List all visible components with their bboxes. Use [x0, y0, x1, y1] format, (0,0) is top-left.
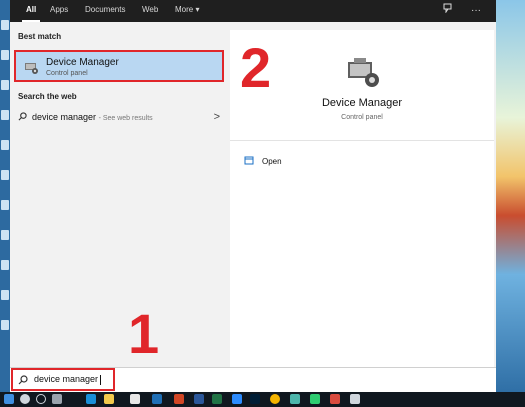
- desktop-icon[interactable]: [1, 320, 9, 330]
- tab-apps[interactable]: Apps: [50, 0, 68, 22]
- edge-icon[interactable]: [86, 394, 96, 404]
- best-match-heading: Best match: [18, 32, 62, 41]
- desktop-icon[interactable]: [1, 200, 9, 210]
- best-match-title: Device Manager: [46, 57, 119, 68]
- search-web-heading: Search the web: [18, 92, 77, 101]
- device-manager-icon: [348, 58, 379, 87]
- preview-subtitle: Control panel: [341, 114, 383, 121]
- tab-more-label: More: [175, 5, 194, 14]
- web-result-suffix: - See web results: [98, 115, 153, 122]
- search-icon[interactable]: [20, 394, 30, 404]
- app-icon[interactable]: [330, 394, 340, 404]
- cortana-icon[interactable]: [36, 394, 46, 404]
- search-menu: All Apps Documents Web More ▾ ··· Best m…: [10, 0, 496, 392]
- taskbar: [0, 392, 525, 407]
- app-icon[interactable]: [290, 394, 300, 404]
- mail-icon[interactable]: [152, 394, 162, 404]
- tab-all[interactable]: All: [21, 0, 41, 22]
- powerpoint-icon[interactable]: [174, 394, 184, 404]
- desktop-icon[interactable]: [1, 80, 9, 90]
- desktop-icon[interactable]: [1, 20, 9, 30]
- app-icon[interactable]: [350, 394, 360, 404]
- best-match-item[interactable]: Device Manager Control panel: [14, 50, 224, 82]
- store-icon[interactable]: [130, 394, 140, 404]
- file-explorer-icon[interactable]: [104, 394, 114, 404]
- open-window-icon: [244, 156, 254, 165]
- step-2-annotation: 2: [240, 36, 272, 99]
- tab-more[interactable]: More ▾: [175, 0, 199, 22]
- web-result-item[interactable]: device manager - See web results >: [14, 108, 224, 128]
- results-pane: Best match Device Manager Control panel …: [10, 22, 226, 367]
- desktop-icon[interactable]: [1, 290, 9, 300]
- preview-divider: [230, 140, 494, 141]
- photoshop-icon[interactable]: [250, 394, 260, 404]
- search-input[interactable]: device manager: [34, 374, 102, 385]
- caret-down-icon: ▾: [195, 5, 200, 14]
- web-result-query: device manager: [32, 112, 97, 122]
- desktop-icon-strip: [0, 0, 10, 392]
- device-manager-icon: [25, 63, 38, 74]
- task-view-icon[interactable]: [52, 394, 62, 404]
- excel-icon[interactable]: [212, 394, 222, 404]
- chevron-right-icon[interactable]: >: [214, 111, 220, 123]
- desktop-icon[interactable]: [1, 170, 9, 180]
- search-input-value: device manager: [34, 374, 99, 384]
- filter-bar: All Apps Documents Web More ▾ ···: [10, 0, 496, 22]
- best-match-subtitle: Control panel: [46, 70, 88, 77]
- zoom-icon[interactable]: [232, 394, 242, 404]
- tab-documents[interactable]: Documents: [85, 0, 125, 22]
- desktop-icon[interactable]: [1, 140, 9, 150]
- desktop-icon[interactable]: [1, 110, 9, 120]
- search-icon: [18, 375, 28, 385]
- open-action-label: Open: [262, 157, 282, 166]
- desktop-icon[interactable]: [1, 230, 9, 240]
- tab-web[interactable]: Web: [142, 0, 158, 22]
- chat-icon[interactable]: [310, 394, 320, 404]
- search-box[interactable]: device manager: [10, 367, 496, 393]
- chrome-icon[interactable]: [270, 394, 280, 404]
- search-icon: [18, 112, 27, 121]
- start-icon[interactable]: [4, 394, 14, 404]
- web-result-text: device manager - See web results: [32, 112, 153, 122]
- wallpaper-art: [495, 0, 525, 392]
- feedback-icon[interactable]: [440, 3, 456, 19]
- text-caret: [100, 374, 102, 385]
- step-1-annotation: 1: [128, 302, 160, 365]
- desktop-icon[interactable]: [1, 260, 9, 270]
- word-icon[interactable]: [194, 394, 204, 404]
- desktop-icon[interactable]: [1, 50, 9, 60]
- more-options-icon[interactable]: ···: [468, 3, 484, 19]
